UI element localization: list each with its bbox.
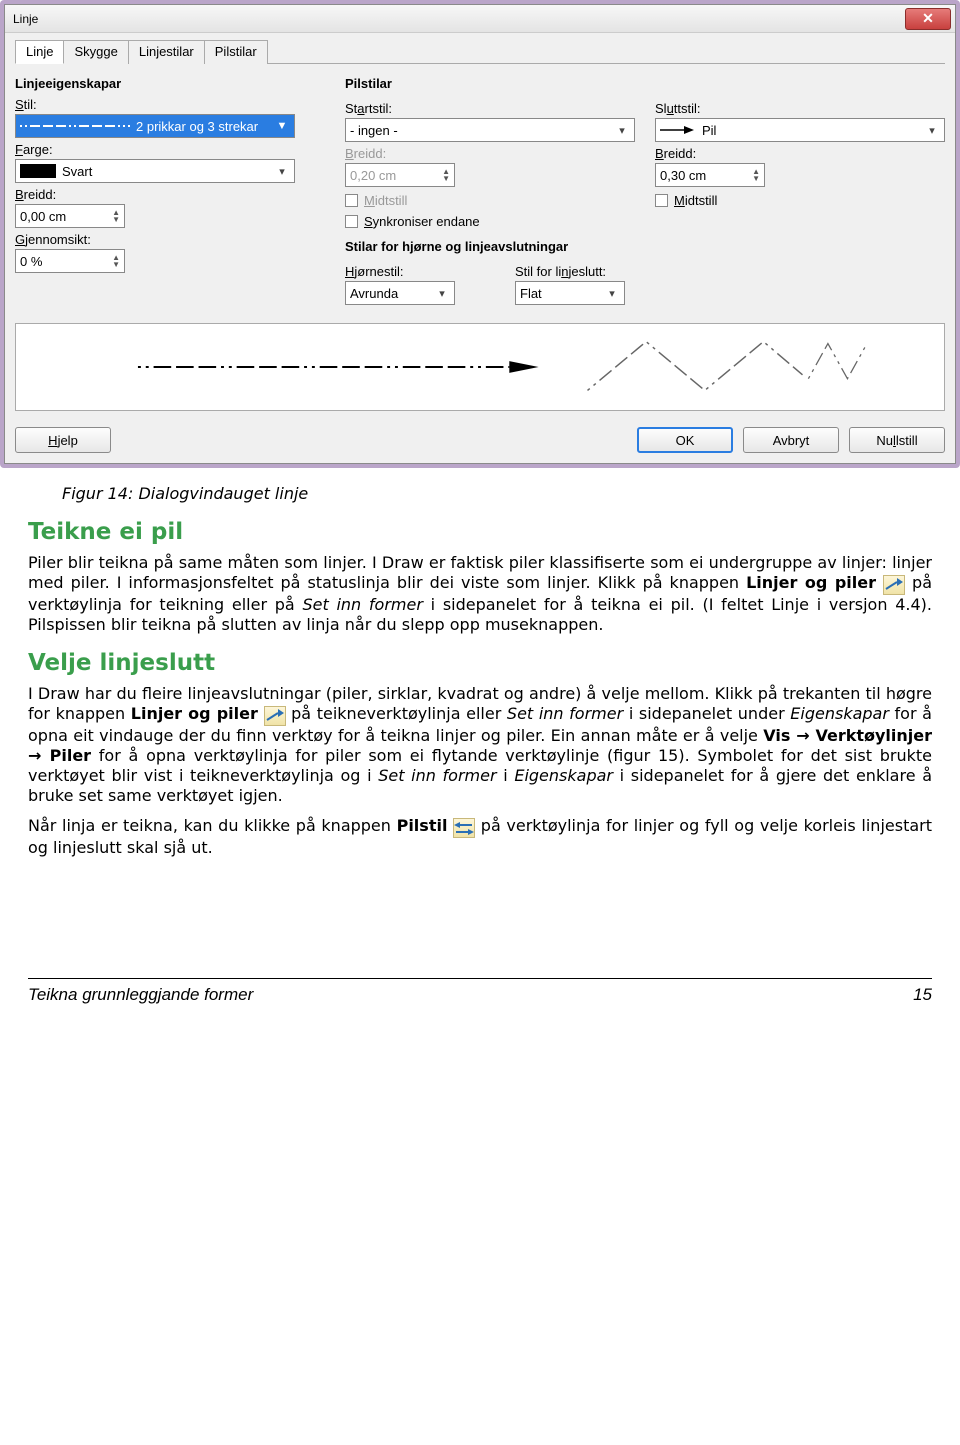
synkroniser-checkbox[interactable]: Synkroniser endane bbox=[345, 214, 635, 229]
close-button[interactable]: ✕ bbox=[905, 8, 951, 30]
footer-left: Teikna grunnleggjande former bbox=[28, 985, 253, 1005]
midtstill2-checkbox[interactable]: Midtstill bbox=[655, 193, 945, 208]
spinner-icon: ▲▼ bbox=[112, 254, 120, 268]
line-preview bbox=[15, 323, 945, 411]
startstil-combo[interactable]: - ingen - ▾ bbox=[345, 118, 635, 142]
hjornestil-label: Hjørnestil: bbox=[345, 264, 495, 279]
tab-linjestilar[interactable]: Linjestilar bbox=[128, 40, 205, 64]
reset-button[interactable]: Nullstill bbox=[849, 427, 945, 453]
dialog-window-frame: Linje ✕ Linje Skygge Linjestilar Pilstil… bbox=[0, 0, 960, 468]
breidd-label: Breidd: bbox=[15, 187, 315, 202]
gjennomsikt-value: 0 % bbox=[20, 254, 42, 269]
section-corner: Stilar for hjørne og linjeavslutningar bbox=[345, 239, 945, 254]
chevron-down-icon: ▾ bbox=[924, 124, 940, 137]
checkbox-icon bbox=[345, 194, 358, 207]
preview-svg bbox=[16, 324, 944, 410]
paragraph-3: Når linja er teikna, kan du klikke på kn… bbox=[28, 816, 932, 858]
sluttstil-value: Pil bbox=[702, 123, 716, 138]
arrow-style-toolbar-icon bbox=[453, 818, 475, 838]
heading-teikne-ei-pil: Teikne ei pil bbox=[28, 518, 932, 547]
breidd-spinner[interactable]: 0,00 cm ▲▼ bbox=[15, 204, 125, 228]
titlebar: Linje ✕ bbox=[5, 5, 955, 33]
page-footer: Teikna grunnleggjande former 15 bbox=[0, 985, 960, 1025]
chevron-down-icon: ▾ bbox=[434, 287, 450, 300]
heading-velje-linjeslutt: Velje linjeslutt bbox=[28, 649, 932, 678]
midtstill1-checkbox: Midtstill bbox=[345, 193, 635, 208]
ok-button[interactable]: OK bbox=[637, 427, 733, 453]
startstil-value: - ingen - bbox=[350, 123, 398, 138]
sluttstil-combo[interactable]: Pil ▾ bbox=[655, 118, 945, 142]
breidd1-value: 0,20 cm bbox=[350, 168, 396, 183]
footer-page-number: 15 bbox=[913, 985, 932, 1005]
spinner-icon: ▲▼ bbox=[752, 168, 760, 182]
chevron-down-icon: ▾ bbox=[274, 165, 290, 178]
paragraph-1: Piler blir teikna på same måten som linj… bbox=[28, 553, 932, 635]
spinner-icon: ▲▼ bbox=[112, 209, 120, 223]
hjornestil-combo[interactable]: Avrunda ▾ bbox=[345, 281, 455, 305]
chevron-down-icon: ▼ bbox=[274, 120, 290, 132]
linjeslutt-combo[interactable]: Flat ▾ bbox=[515, 281, 625, 305]
close-icon: ✕ bbox=[922, 10, 934, 27]
breidd-value: 0,00 cm bbox=[20, 209, 66, 224]
paragraph-2: I Draw har du fleire linjeavslutningar (… bbox=[28, 684, 932, 806]
chevron-down-icon: ▾ bbox=[604, 287, 620, 300]
section-linjeeigenskapar: Linjeeigenskapar bbox=[15, 76, 315, 91]
hjornestil-value: Avrunda bbox=[350, 286, 398, 301]
section-pilstilar: Pilstilar bbox=[345, 76, 945, 91]
chevron-down-icon: ▾ bbox=[614, 124, 630, 137]
dash-sample-icon bbox=[20, 122, 130, 130]
line-arrow-toolbar-icon bbox=[883, 575, 905, 595]
breidd1-label: Breidd: bbox=[345, 146, 635, 161]
spinner-icon: ▲▼ bbox=[442, 168, 450, 182]
tab-linje[interactable]: Linje bbox=[15, 40, 64, 64]
dialog-tabs: Linje Skygge Linjestilar Pilstilar bbox=[15, 39, 945, 64]
breidd2-value: 0,30 cm bbox=[660, 168, 706, 183]
checkbox-icon bbox=[655, 194, 668, 207]
stil-combo[interactable]: 2 prikkar og 3 strekar ▼ bbox=[15, 114, 295, 138]
breidd2-label: Breidd: bbox=[655, 146, 945, 161]
linjeslutt-value: Flat bbox=[520, 286, 542, 301]
gjennomsikt-spinner[interactable]: 0 % ▲▼ bbox=[15, 249, 125, 273]
farge-combo[interactable]: Svart ▾ bbox=[15, 159, 295, 183]
line-dialog: Linje ✕ Linje Skygge Linjestilar Pilstil… bbox=[4, 4, 956, 464]
startstil-label: Startstil: bbox=[345, 101, 635, 116]
line-arrow-toolbar-icon bbox=[264, 706, 286, 726]
breidd2-spinner[interactable]: 0,30 cm ▲▼ bbox=[655, 163, 765, 187]
sluttstil-label: Sluttstil: bbox=[655, 101, 945, 116]
dialog-title: Linje bbox=[13, 12, 38, 26]
stil-value: 2 prikkar og 3 strekar bbox=[136, 119, 258, 134]
help-button[interactable]: Hjelp bbox=[15, 427, 111, 453]
gjennomsikt-label: Gjennomsikt: bbox=[15, 232, 315, 247]
checkbox-icon bbox=[345, 215, 358, 228]
figure-caption: Figur 14: Dialogvindauget linje bbox=[62, 484, 932, 504]
arrow-end-icon bbox=[660, 125, 694, 135]
footer-rule bbox=[28, 978, 932, 979]
farge-value: Svart bbox=[62, 164, 92, 179]
tab-skygge[interactable]: Skygge bbox=[63, 40, 128, 64]
cancel-button[interactable]: Avbryt bbox=[743, 427, 839, 453]
breidd1-spinner: 0,20 cm ▲▼ bbox=[345, 163, 455, 187]
tab-pilstilar[interactable]: Pilstilar bbox=[204, 40, 268, 64]
linjeslutt-label: Stil for linjeslutt: bbox=[515, 264, 665, 279]
farge-label: Farge: bbox=[15, 142, 315, 157]
color-swatch-icon bbox=[20, 164, 56, 178]
stil-label: Stil: bbox=[15, 97, 315, 112]
